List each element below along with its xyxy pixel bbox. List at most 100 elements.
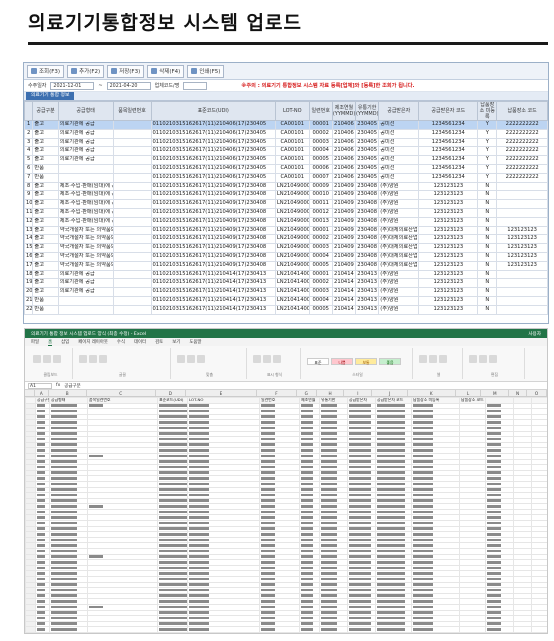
- style-swatch[interactable]: 표준: [307, 358, 329, 365]
- sheet-cell[interactable]: [157, 525, 188, 533]
- date-to-input[interactable]: 2021-04-20: [106, 81, 151, 90]
- formula-input[interactable]: 공급구분: [64, 383, 81, 389]
- column-header[interactable]: J: [372, 390, 408, 396]
- column-header[interactable]: D: [156, 390, 186, 396]
- sheet-cell[interactable]: [157, 492, 188, 499]
- grid-row[interactable]: 22 반품 0110210315162617(11)210414(17)230413…: [24, 304, 548, 315]
- sheet-cell[interactable]: [157, 508, 188, 516]
- sheet-cell[interactable]: [299, 631, 320, 633]
- excel-tab[interactable]: 삽입: [61, 339, 69, 345]
- toolbar-button-3[interactable]: 삭제(F4): [147, 64, 185, 78]
- sheet-cell[interactable]: [157, 520, 188, 527]
- sheet-cell[interactable]: [157, 559, 188, 566]
- grid-row[interactable]: 7 반품 0110210315162617(11)210406(17)230405 C…: [24, 172, 548, 183]
- ribbon-button[interactable]: [263, 355, 271, 363]
- sheet-cell[interactable]: [157, 419, 188, 426]
- sheet-cell[interactable]: [375, 631, 412, 633]
- sheet-cell[interactable]: [157, 542, 188, 549]
- sheet-cell[interactable]: [157, 408, 188, 415]
- grid-row[interactable]: 2 출고 의료기관에 공급 0110210315162617(11)210406(17…: [24, 128, 548, 139]
- sheet-cell[interactable]: 납품장소 코드: [459, 397, 486, 404]
- sheet-cell[interactable]: [485, 631, 514, 633]
- excel-tab[interactable]: 홈: [48, 339, 53, 346]
- sheet-cell[interactable]: [157, 452, 188, 460]
- sheet-cell[interactable]: [319, 631, 348, 633]
- excel-tab[interactable]: 페이지 레이아웃: [78, 339, 108, 345]
- grid-row[interactable]: 18 출고 의료기관에 공급 0110210315162617(11)210414(1…: [24, 269, 548, 280]
- sheet-cell[interactable]: [157, 458, 188, 466]
- column-header[interactable]: F: [257, 390, 297, 396]
- sheet-cell[interactable]: [157, 430, 188, 438]
- excel-tab[interactable]: 데이터: [134, 339, 146, 345]
- excel-tab[interactable]: 수식: [117, 339, 125, 345]
- sheet-cell[interactable]: [35, 631, 50, 633]
- column-header[interactable]: M: [481, 390, 510, 396]
- sheet-cell[interactable]: [157, 570, 188, 577]
- style-swatch[interactable]: 나쁨: [331, 358, 353, 365]
- ribbon-button[interactable]: [479, 355, 487, 363]
- ribbon-button[interactable]: [273, 355, 281, 363]
- sheet-cell[interactable]: [157, 598, 188, 605]
- toolbar-button-0[interactable]: 조회(F3): [27, 64, 65, 78]
- sheet-cell[interactable]: 공급구분: [35, 397, 50, 404]
- toolbar-button-1[interactable]: 추가(F2): [67, 64, 105, 78]
- grid-row[interactable]: 8출고제조·수입·판매(임대)에 공급 0110210315162617(11)2…: [24, 181, 548, 192]
- sheet-cell[interactable]: [157, 609, 188, 617]
- sheet-cell[interactable]: [157, 592, 188, 600]
- sheet-cell[interactable]: [87, 631, 158, 633]
- column-header[interactable]: L: [456, 390, 482, 396]
- sheet-cell[interactable]: [531, 631, 547, 633]
- sheet-cell[interactable]: [157, 514, 188, 522]
- toolbar-button-2[interactable]: 저장(F3): [107, 64, 145, 78]
- column-header[interactable]: N: [509, 390, 528, 396]
- grid-row[interactable]: 19 출고 의료기관에 공급 0110210315162617(11)210414(1…: [24, 278, 548, 289]
- grid-row[interactable]: 20 출고 의료기관에 공급 0110210315162617(11)210414(1…: [24, 287, 548, 297]
- sheet-cell[interactable]: [157, 626, 188, 633]
- column-header[interactable]: H: [317, 390, 345, 396]
- grid-row[interactable]: 21 반품 0110210315162617(11)210414(17)230413…: [24, 295, 548, 306]
- ribbon-button[interactable]: [489, 355, 497, 363]
- excel-tab[interactable]: 도움말: [189, 339, 201, 345]
- sheet-cell[interactable]: [157, 564, 188, 572]
- grid-row[interactable]: 13출고약국개설자 또는 의약품도매상 0110210315162617(11)2…: [24, 225, 548, 236]
- sheet-cell[interactable]: [459, 631, 486, 633]
- sheet-cell[interactable]: [157, 503, 188, 510]
- sheet-cell[interactable]: [157, 469, 188, 477]
- ribbon-button[interactable]: [419, 355, 427, 363]
- sheet-cell[interactable]: [157, 402, 188, 410]
- grid-row[interactable]: 17출고약국개설자 또는 의약품도매상 0110210315162617(11)2…: [24, 260, 548, 271]
- ribbon-button[interactable]: [197, 355, 205, 363]
- column-header[interactable]: I: [344, 390, 373, 396]
- ribbon-button[interactable]: [79, 355, 87, 363]
- column-header[interactable]: E: [186, 390, 258, 396]
- sheet-cell[interactable]: [157, 413, 188, 421]
- sheet-cell[interactable]: [49, 631, 88, 633]
- ribbon-button[interactable]: [469, 355, 477, 363]
- sheet-cell[interactable]: [157, 548, 188, 555]
- sheet-cell[interactable]: [157, 464, 188, 471]
- ribbon-button[interactable]: [99, 355, 107, 363]
- sheet-cell[interactable]: [157, 441, 188, 449]
- grid-row[interactable]: 3 출고 의료기관에 공급 0110210315162617(11)210406(17…: [24, 137, 548, 148]
- excel-tab[interactable]: 파일: [31, 339, 39, 345]
- column-header[interactable]: A: [35, 390, 49, 396]
- sheet-cell[interactable]: [157, 480, 188, 488]
- ribbon-button[interactable]: [429, 355, 437, 363]
- ribbon-button[interactable]: [89, 355, 97, 363]
- corner-cell[interactable]: [25, 390, 35, 396]
- sheet-cell[interactable]: [157, 486, 188, 494]
- grid-row[interactable]: 15출고약국개설자 또는 의약품도매상 0110210315162617(11)2…: [24, 243, 548, 253]
- sheet-cell[interactable]: [157, 425, 188, 432]
- ribbon-button[interactable]: [53, 355, 61, 363]
- ribbon-button[interactable]: [187, 355, 195, 363]
- sheet-cell[interactable]: [259, 631, 300, 633]
- name-box[interactable]: A1: [28, 382, 52, 389]
- tab-device-info[interactable]: 의료기기 통합 정보: [26, 92, 75, 100]
- sheet-cell[interactable]: [157, 604, 188, 611]
- excel-tab[interactable]: 검토: [155, 339, 163, 345]
- style-swatch[interactable]: 좋음: [379, 358, 401, 365]
- grid-row[interactable]: 14출고약국개설자 또는 의약품도매상 0110210315162617(11)2…: [24, 234, 548, 245]
- date-from-input[interactable]: 2021-12-01: [50, 81, 95, 90]
- grid-row[interactable]: 6 반품 0110210315162617(11)210406(17)230405 C…: [24, 163, 548, 174]
- ribbon-button[interactable]: [177, 355, 185, 363]
